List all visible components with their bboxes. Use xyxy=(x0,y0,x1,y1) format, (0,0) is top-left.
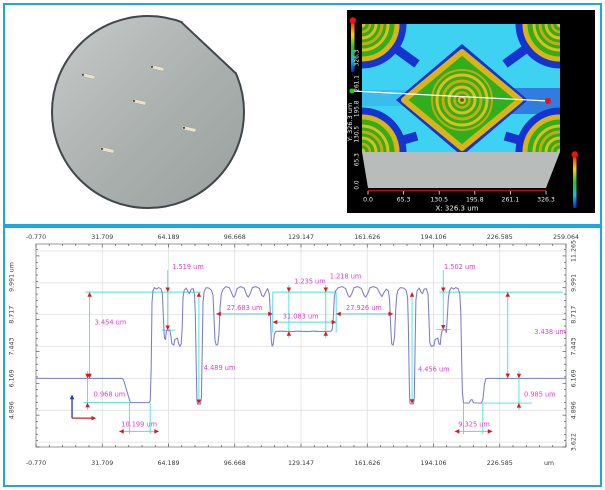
y-tick-label-right: 6.169 xyxy=(571,369,578,387)
color-scale-marker xyxy=(572,151,578,157)
x-tick-label-top: 259.064 xyxy=(553,234,579,241)
tick-label: 326.3 xyxy=(355,49,361,66)
tick-label: 261.1 xyxy=(355,75,361,92)
x-tick-label-top: 194.106 xyxy=(420,234,446,241)
x-tick-label-bottom: 226.585 xyxy=(487,460,513,467)
tick-label: 65.3 xyxy=(355,153,361,166)
tick-label: 261.1 xyxy=(502,197,520,204)
tick-label: 0.0 xyxy=(355,180,361,190)
tick-label: 65.3 xyxy=(397,197,411,204)
color-scale-marker xyxy=(350,17,356,23)
tick-label: 326.3 xyxy=(537,197,555,204)
profile-chart: -0.770 31.709 64.189 96.668 129.147 161.626 19… xyxy=(0,228,605,490)
tick-label: 195.8 xyxy=(355,100,361,117)
dim-label: 4.456 um xyxy=(418,366,450,374)
color-scale-bar xyxy=(573,156,577,208)
dim-label: 27.926 um xyxy=(346,304,382,312)
dim-label: 1.235 um xyxy=(294,277,326,285)
y-tick-label-left: 4.896 xyxy=(9,401,16,419)
x-tick-label-bottom: 129.147 xyxy=(288,460,314,467)
dim-label: 31.083 um xyxy=(283,313,319,321)
surface-3d-view: 0.0 65.3 130.5 195.8 261.1 326.3 0.0 65.3 130.5… xyxy=(347,10,595,213)
dim-label: 27.683 um xyxy=(227,304,263,312)
y-tick-label-left: 6.169 xyxy=(9,369,16,387)
y-tick-label-right: 11.265 xyxy=(571,240,578,262)
tick-label: 195.8 xyxy=(466,197,484,204)
y-tick-label-right: 3.622 xyxy=(571,433,578,451)
x-axis-unit: um xyxy=(544,460,554,467)
y-tick-label-right: 8.717 xyxy=(571,306,578,324)
dim-label: 10.199 um xyxy=(121,421,157,429)
s3d-x-axis-label: X: 326.3 um xyxy=(436,205,479,213)
x-tick-label-bottom: -0.770 xyxy=(26,460,46,467)
front-face xyxy=(362,152,560,188)
x-tick-label-top: -0.770 xyxy=(26,234,46,241)
tick-label: 0.0 xyxy=(363,197,373,204)
s3d-y-axis-label: Y: 326.3 um xyxy=(347,103,354,143)
tick-label: 130.5 xyxy=(355,126,361,143)
x-tick-label-top: 31.709 xyxy=(91,234,113,241)
dim-label: 0.968 um xyxy=(94,391,126,399)
x-tick-label-bottom: 64.189 xyxy=(157,460,179,467)
x-tick-label-bottom: 31.709 xyxy=(91,460,113,467)
y-tick-label-right: 4.896 xyxy=(571,401,578,419)
dim-label: 1.218 um xyxy=(330,272,362,280)
cut-end-dot xyxy=(545,98,551,104)
y-tick-label-left: 7.443 xyxy=(9,338,16,356)
y-tick-label-left: 8.717 xyxy=(9,306,16,324)
y-axis-unit: um xyxy=(9,262,16,272)
x-tick-label-top: 226.585 xyxy=(487,234,513,241)
wafer-image xyxy=(28,10,268,215)
dim-label: 3.454 um xyxy=(95,319,127,327)
x-tick-label-top: 96.668 xyxy=(224,234,246,241)
dim-label: 1.519 um xyxy=(172,263,204,271)
x-tick-label-top: 64.189 xyxy=(157,234,179,241)
dim-label: 3.438 um xyxy=(534,328,566,336)
x-tick-label-bottom: 194.106 xyxy=(420,460,446,467)
dim-label: 1.502 um xyxy=(444,263,476,271)
x-tick-label-bottom: 96.668 xyxy=(224,460,246,467)
dim-label: 0.985 um xyxy=(524,391,556,399)
x-tick-label-top: 161.626 xyxy=(354,234,380,241)
tick-label: 130.5 xyxy=(430,197,448,204)
dim-label: 4.489 um xyxy=(204,364,236,372)
y-tick-label-right: 9.991 xyxy=(571,274,578,292)
x-tick-label-bottom: 161.626 xyxy=(354,460,380,467)
x-tick-label-top: 129.147 xyxy=(288,234,314,241)
dim-label: 9.325 um xyxy=(458,421,490,429)
y-tick-label-left: 9.991 xyxy=(9,274,16,292)
y-tick-label-right: 7.443 xyxy=(571,338,578,356)
